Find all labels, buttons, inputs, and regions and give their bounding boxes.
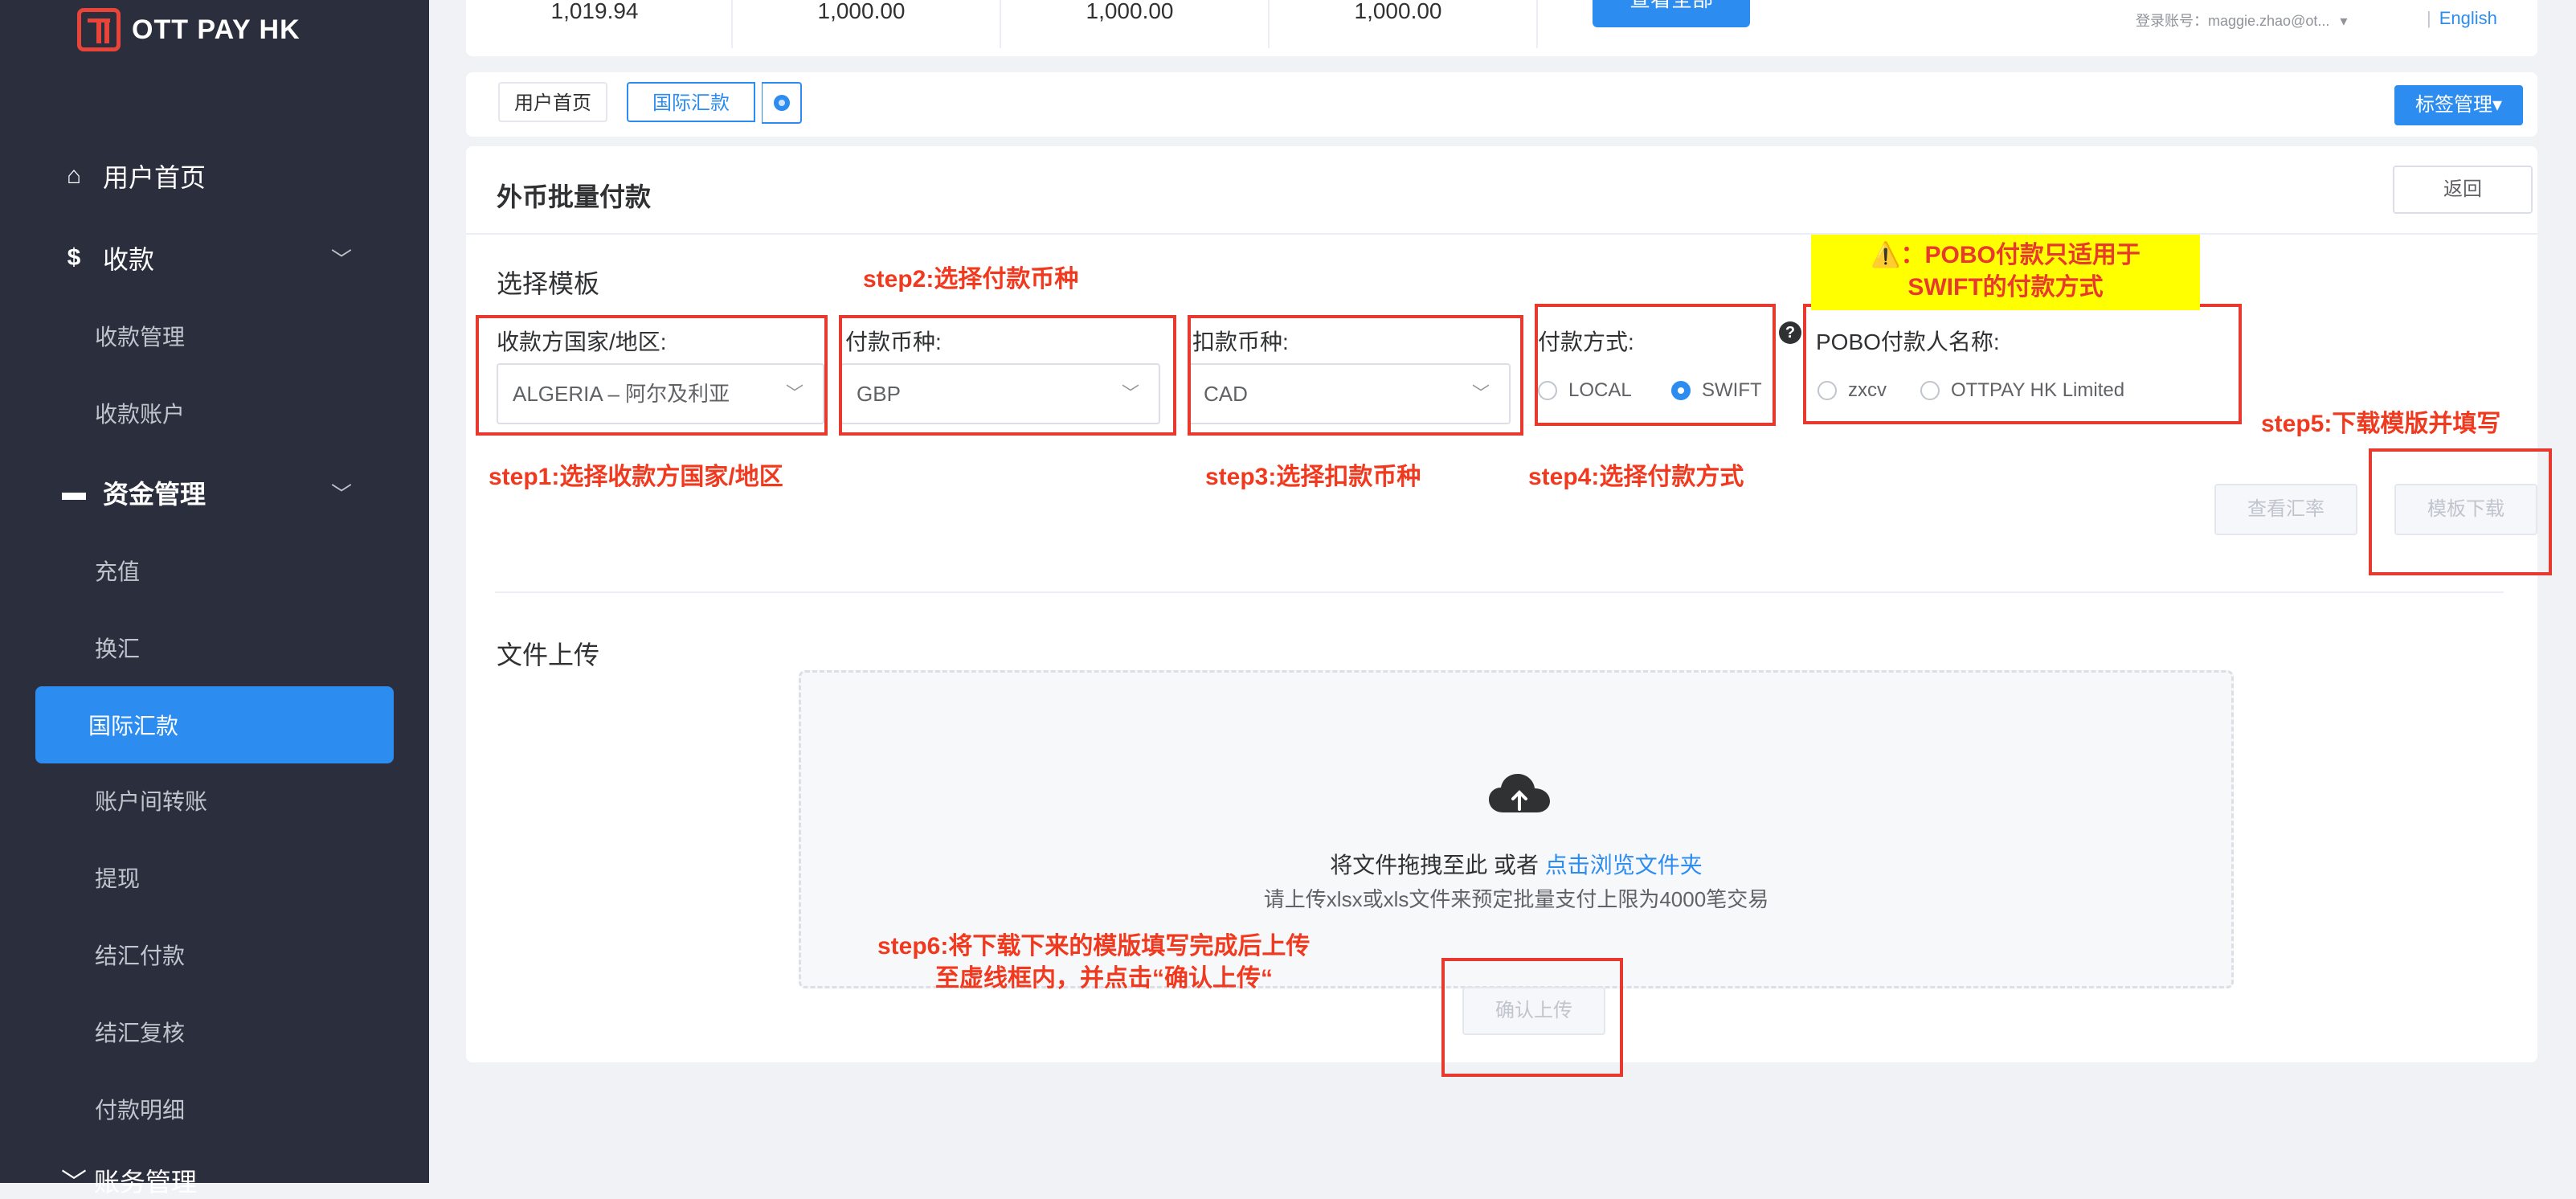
tab-international-remittance[interactable]: 国际汇款 [627,82,755,122]
sidebar-item-receive-account[interactable]: 收款账户 [95,397,185,429]
annotation-step1: step1:选择收款方国家/地区 [489,464,783,490]
balance-value: 1,000.00 [817,0,906,23]
close-icon [773,95,790,111]
pobo-warning-note: ⚠️：POBO付款只适用于 SWIFT的付款方式 [1811,235,2200,310]
chevron-down-icon: ▾ [2340,13,2348,29]
upload-hint: 请上传xlsx或xls文件来预定批量支付上限为4000笔交易 [1263,887,1769,911]
annotation-step2: step2:选择付款币种 [863,266,1079,293]
view-rate-button[interactable]: 查看汇率 [2214,484,2357,535]
section-divider [495,591,2504,593]
drop-instruction: 将文件拖拽至此 或者 点击浏览文件夹 [801,848,2231,880]
page-title: 外币批量付款 [497,182,652,211]
annotation-box-step2 [839,315,1176,436]
sidebar-item-internal-transfer[interactable]: 账户间转账 [95,784,207,816]
card-icon: ▬ [62,479,86,505]
home-icon: ⌂ [66,162,82,189]
divider [1536,0,1538,48]
sidebar-group-accounting[interactable]: ﹀ 账务管理 [61,1162,197,1199]
select-template-title: 选择模板 [497,269,600,298]
back-button[interactable]: 返回 [2393,166,2533,214]
annotation-box-step1 [476,315,828,436]
annotation-box-step4 [1535,304,1776,426]
chevron-down-icon: ﹀ [61,1168,88,1197]
dollar-icon: $ [67,244,81,271]
sidebar-item-international-remittance[interactable]: 国际汇款 [35,686,394,763]
file-upload-title: 文件上传 [497,640,600,669]
divider: | [2427,8,2431,28]
sidebar-group-label: 资金管理 [103,480,206,509]
help-icon[interactable]: ? [1779,321,1801,344]
logo-icon [77,8,121,51]
sidebar-group-receive[interactable]: $ 收款 ﹀ [61,239,352,276]
annotation-box-step6 [1441,958,1623,1077]
tab-close-button[interactable] [762,82,802,124]
sidebar-item-home[interactable]: ⌂ 用户首页 [61,158,206,194]
browse-folder-link[interactable]: 点击浏览文件夹 [1545,853,1703,878]
annotation-step6-line1: step6:将下载下来的模版填写完成后上传 [877,933,1310,960]
sidebar-item-topup[interactable]: 充值 [95,554,140,587]
sidebar-item-label: 用户首页 [103,163,206,192]
sidebar-item-exchange[interactable]: 换汇 [95,632,140,664]
sidebar: OTT PAY HK ⌂ 用户首页 $ 收款 ﹀ 收款管理 收款账户 ▬ 资金管… [0,0,429,1197]
view-all-button[interactable]: 查看全部 [1593,0,1750,27]
account-text: 登录账号：maggie.zhao@ot... [2136,13,2330,29]
card-header: 外币批量付款 返回 [466,146,2537,235]
warning-line2: SWIFT的付款方式 [1907,274,2104,301]
sidebar-group-label: 账务管理 [93,1168,197,1197]
or-text: 或者 [1493,853,1539,878]
tab-home[interactable]: 用户首页 [498,82,607,122]
annotation-step5: step5:下载模版并填写 [2261,411,2501,437]
login-account[interactable]: 登录账号：maggie.zhao@ot... ▾ [2136,10,2347,31]
tabs-bar: 用户首页 国际汇款 标签管理▾ [466,72,2537,137]
brand-logo[interactable]: OTT PAY HK [77,8,301,51]
tag-manage-button[interactable]: 标签管理▾ [2394,85,2523,125]
annotation-box-step3 [1188,315,1523,436]
chevron-down-icon: ﹀ [331,247,353,272]
sidebar-item-payment-details[interactable]: 付款明细 [95,1093,185,1125]
sidebar-item-withdraw[interactable]: 提现 [95,861,140,894]
chevron-down-icon: ﹀ [331,481,353,506]
annotation-step4: step4:选择付款方式 [1528,464,1744,490]
annotation-step6-line2: 至虚线框内，并点击“确认上传“ [935,965,1273,992]
batch-payment-card: 外币批量付款 返回 选择模板 收款方国家/地区: ALGERIA – 阿尔及利亚… [466,146,2537,1062]
annotation-box-pobo [1803,304,2242,424]
balance-value: 1,019.94 [550,0,639,23]
warning-line1: ⚠️：POBO付款只适用于 [1871,242,2141,268]
language-label: English [2439,8,2497,28]
cloud-upload-icon [1489,774,1550,812]
sidebar-item-settlement-review[interactable]: 结汇复核 [95,1016,185,1048]
sidebar-group-fund-management[interactable]: ▬ 资金管理 ﹀ [61,474,352,511]
balance-value: 1,000.00 [1086,0,1174,23]
brand-name: OTT PAY HK [132,14,301,45]
sidebar-group-label: 收款 [103,245,155,274]
drag-text: 将文件拖拽至此 [1330,853,1488,878]
balance-value: 1,000.00 [1354,0,1442,23]
sidebar-item-settlement-payment[interactable]: 结汇付款 [95,939,185,971]
sidebar-item-receive-management[interactable]: 收款管理 [95,320,185,352]
language-switch[interactable]: | English [2427,8,2497,29]
annotation-step3: step3:选择扣款币种 [1205,464,1421,490]
annotation-box-step5 [2369,448,2552,575]
balance-bar: 1,019.94 1,000.00 1,000.00 1,000.00 查看全部… [466,0,2537,56]
